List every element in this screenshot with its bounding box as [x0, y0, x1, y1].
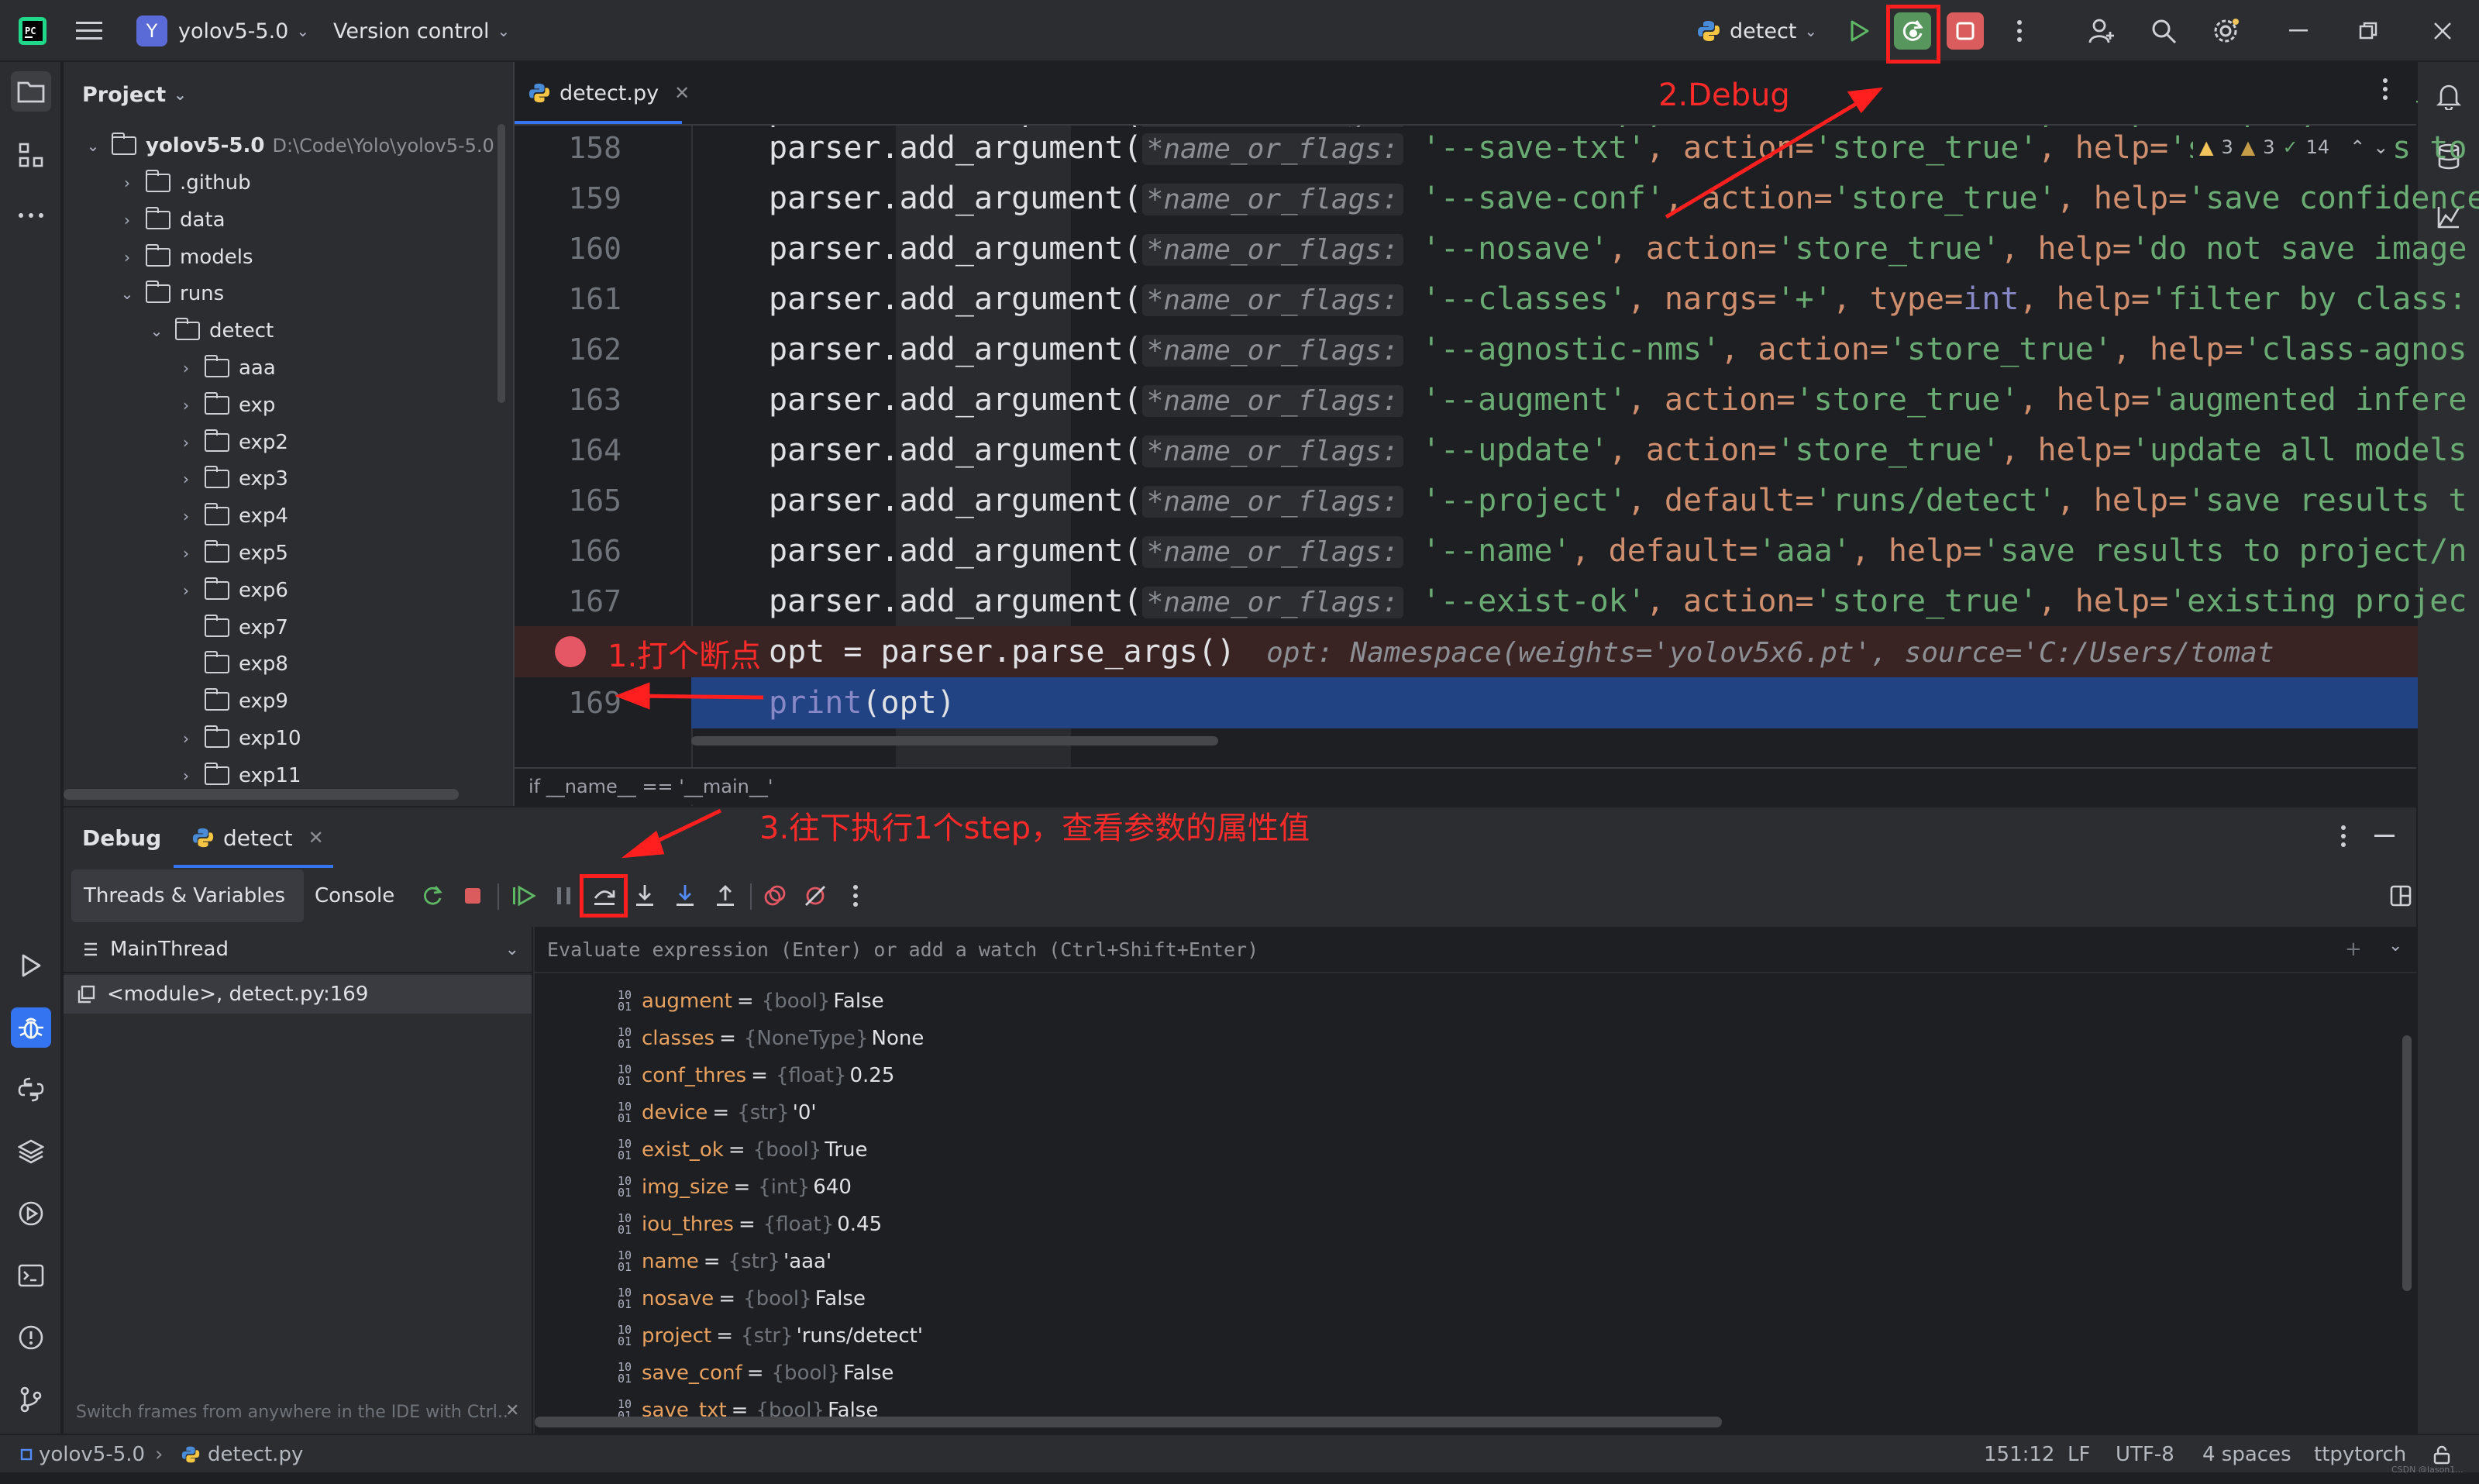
- annotation-arrows: [615, 87, 1883, 859]
- arrow-to-breakpoint: [635, 694, 764, 700]
- arrow-to-debug: [1665, 94, 1871, 219]
